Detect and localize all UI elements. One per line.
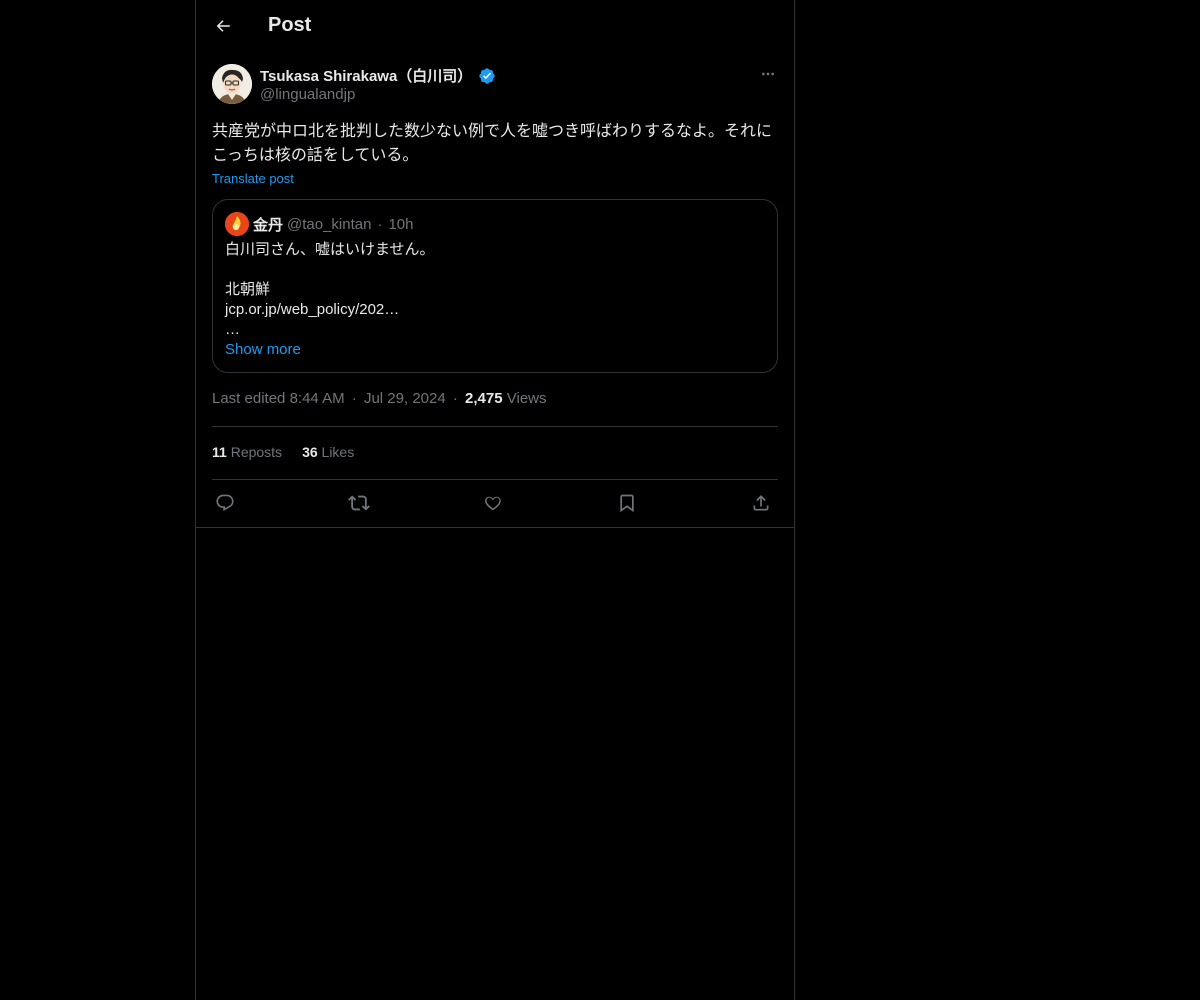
quoted-line: 北朝鮮 xyxy=(225,281,271,298)
author-name[interactable]: Tsukasa Shirakawa（白川司） xyxy=(260,65,472,86)
quoted-post-header: 金丹 @tao_kintan · 10h xyxy=(225,212,414,236)
post-stats: 11 Reposts 36 Likes xyxy=(212,444,374,460)
quoted-post-text: 白川司さん、嘘はいけません。 北朝鮮 jcp.or.jp/web_policy/… xyxy=(225,240,765,340)
post-date[interactable]: Jul 29, 2024 xyxy=(364,390,446,407)
post-meta: Last edited 8:44 AM · Jul 29, 2024 · 2,4… xyxy=(212,390,547,407)
main-column: Post Tsukasa Shirakawa（白川司） @lingualandj… xyxy=(195,0,795,1000)
share-icon xyxy=(753,495,769,511)
share-button[interactable] xyxy=(748,490,774,516)
bookmark-icon xyxy=(620,494,634,513)
more-horizontal-icon xyxy=(762,72,774,76)
reposts-label: Reposts xyxy=(230,444,283,460)
reposts-stat[interactable]: 11 Reposts xyxy=(212,444,282,460)
divider xyxy=(212,426,778,427)
author-handle[interactable]: @lingualandjp xyxy=(260,86,355,103)
page-title: Post xyxy=(268,14,312,36)
show-more-link[interactable]: Show more xyxy=(225,341,301,358)
separator-dot: · xyxy=(351,390,357,407)
quoted-author-name: 金丹 xyxy=(253,216,284,234)
likes-count: 36 xyxy=(302,444,318,460)
heart-icon xyxy=(485,496,501,511)
post-author: Tsukasa Shirakawa（白川司） @lingualandjp xyxy=(212,64,778,108)
views-label: Views xyxy=(506,390,547,407)
translate-post-link[interactable]: Translate post xyxy=(212,171,294,186)
quoted-avatar xyxy=(225,212,249,236)
avatar[interactable] xyxy=(212,64,252,104)
reposts-count: 11 xyxy=(212,444,227,460)
separator-dot: · xyxy=(452,390,458,407)
quoted-line: jcp.or.jp/web_policy/202… xyxy=(225,301,400,318)
verified-badge-icon xyxy=(478,67,496,85)
more-options-button[interactable] xyxy=(758,64,778,84)
quoted-post[interactable]: 金丹 @tao_kintan · 10h 白川司さん、嘘はいけません。 北朝鮮 … xyxy=(212,199,778,373)
views-count: 2,475 xyxy=(465,390,503,407)
likes-stat[interactable]: 36 Likes xyxy=(302,444,354,460)
likes-label: Likes xyxy=(321,444,355,460)
like-button[interactable] xyxy=(480,490,506,516)
back-button[interactable] xyxy=(206,9,240,43)
arrow-left-icon xyxy=(216,20,230,32)
divider xyxy=(212,479,778,480)
quoted-timestamp: 10h xyxy=(388,215,414,233)
separator-dot: · xyxy=(377,215,383,233)
page-header: Post xyxy=(196,0,794,53)
reply-button[interactable] xyxy=(212,490,238,516)
bookmark-button[interactable] xyxy=(614,490,640,516)
post-bottom-border xyxy=(196,527,794,528)
quoted-author-handle: @tao_kintan xyxy=(287,215,372,233)
repost-icon xyxy=(348,495,370,511)
action-bar xyxy=(212,490,778,516)
post-text: 共産党が中ロ北を批判した数少ない例で人を嘘つき呼ばわりするなよ。それにこっちは核… xyxy=(212,123,773,164)
author-name-row: Tsukasa Shirakawa（白川司） xyxy=(260,65,496,86)
quoted-line xyxy=(225,260,765,280)
quoted-line: 白川司さん、嘘はいけません。 xyxy=(225,241,435,258)
reply-icon xyxy=(216,494,234,511)
quoted-line: … xyxy=(225,321,240,338)
edited-label: Last edited xyxy=(212,390,286,407)
post-time[interactable]: 8:44 AM xyxy=(290,390,345,407)
repost-button[interactable] xyxy=(346,490,372,516)
